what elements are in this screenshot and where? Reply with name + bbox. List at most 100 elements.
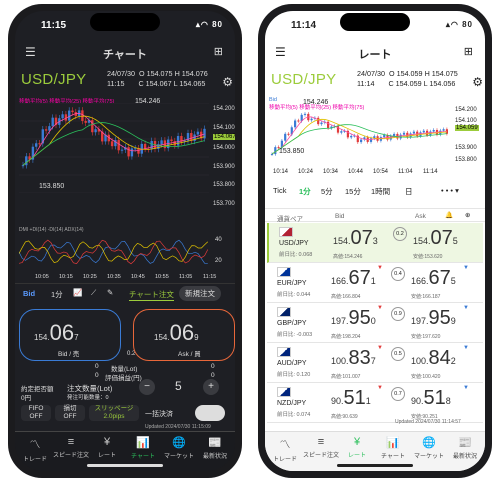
candlestick-chart[interactable] [19, 103, 229, 193]
rate-row[interactable]: USD/JPY 前日比: 0.068 154.073 高値:154.246 0.2 154… [267, 223, 483, 263]
ask-buy-button[interactable]: 154.069 Ask / 買 [133, 309, 235, 361]
down-arrow-icon: ▼ [463, 345, 469, 351]
bid-quote[interactable]: 166.671 [331, 267, 376, 290]
tab-timeframe[interactable]: 15分 [345, 186, 361, 197]
rate-row[interactable]: AUD/JPY 前日比: 0.120 100.837 高値:101.007 0.5 ▼ 10… [267, 343, 483, 383]
bulk-settle-switch[interactable] [195, 405, 225, 421]
tab-timeframe[interactable]: 1分 [299, 186, 311, 197]
candle-body [432, 129, 435, 132]
bid-quote[interactable]: 90.511 [331, 387, 371, 410]
timeframe-selector[interactable]: 1分 [51, 289, 63, 300]
qty-plus-button[interactable]: + [203, 379, 219, 395]
status-time: 11:14 [291, 20, 317, 31]
ask-price-big: 06 [169, 320, 195, 345]
bell-icon[interactable]: 🔔 [445, 211, 453, 219]
chart-icon: 📊 [386, 437, 400, 449]
ask-quote[interactable]: 154.075 [413, 227, 458, 250]
nav-item[interactable]: 〽トレード [267, 436, 303, 463]
rate-icon: ¥ [103, 436, 111, 448]
ohlc-low: L 154.065 [173, 79, 206, 88]
nav-item[interactable]: 📰 最新状況 [197, 436, 233, 460]
nav-item[interactable]: 📰 最新状況 [447, 436, 483, 460]
rate-row[interactable]: EUR/JPY 前日比: 0.044 166.671 高値:166.804 0.4 ▼ 16… [267, 263, 483, 303]
candle-body [170, 139, 173, 142]
price-tick: 154.100 [213, 125, 235, 131]
nav-item[interactable]: ≡ スピード注文 [53, 436, 89, 459]
bid-small: 1 [370, 276, 376, 286]
bulk-settle-label: 一括決済 [145, 411, 173, 418]
pair-header: USD/JPY 24/07/30 O 154.075 H 154.076 11:… [21, 69, 233, 99]
candle-body [360, 139, 363, 143]
ask-prefix: 154. [413, 236, 431, 246]
spread-badge: 0.2 [393, 227, 407, 241]
candle-body [284, 133, 287, 141]
candle-body [294, 120, 297, 128]
candle-body [412, 131, 415, 134]
pair-name[interactable]: USD/JPY [271, 71, 336, 88]
candle-body [130, 148, 134, 157]
candle-body [287, 133, 290, 135]
bid-label: Bid / 売 [58, 351, 80, 358]
candle-body [320, 122, 323, 125]
slippage-toggle[interactable]: スリッページ 2.0pips [89, 405, 139, 421]
bid-small: 7 [370, 356, 376, 366]
bid-sell-button[interactable]: 154.067 Bid / 売 [19, 309, 121, 361]
tab-timeframe[interactable]: 1時間 [371, 186, 390, 197]
rate-row[interactable]: GBP/JPY 前日比: -0.003 197.950 高値:198.204 0.9 ▼ 1… [267, 303, 483, 343]
qty-left: 0 [95, 363, 99, 370]
stop-toggle[interactable]: 損切 OFF [55, 405, 85, 421]
gear-icon[interactable]: ⚙ [222, 75, 233, 89]
layout-grid-icon[interactable]: ⊞ [464, 45, 473, 58]
nav-item[interactable]: ¥ レート [339, 436, 375, 459]
rate-row[interactable]: NZD/JPY 前日比: 0.074 90.511 高値:90.639 0.7 ▼ 90.5… [267, 383, 483, 423]
bid-high: 高値:154.246 [333, 254, 363, 260]
bid-quote[interactable]: 100.837 [331, 347, 376, 370]
nav-item[interactable]: ≡ スピード注文 [303, 436, 339, 459]
bid-high: 高値:198.204 [331, 334, 361, 340]
gear-icon[interactable]: ⚙ [472, 75, 483, 89]
time-tick: 10:25 [83, 274, 97, 280]
bid-quote[interactable]: 154.073 [333, 227, 378, 250]
pair-name[interactable]: USD/JPY [21, 71, 86, 88]
chart-icon: 📊 [136, 437, 150, 449]
time-tick: 10:55 [155, 274, 169, 280]
ask-quote[interactable]: 166.675 [411, 267, 456, 290]
add-icon[interactable]: ⊕ [465, 211, 470, 219]
status-icons: ▴◠ 80 [195, 20, 223, 29]
qty-minus-button[interactable]: − [139, 379, 155, 395]
tab-timeframe[interactable]: • • • ▾ [441, 186, 459, 195]
nav-item[interactable]: 📊 チャート [125, 436, 161, 460]
tab-timeframe[interactable]: 5分 [321, 186, 333, 197]
tab-timeframe[interactable]: 日 [405, 186, 413, 197]
ask-quote[interactable]: 197.959 [411, 307, 456, 330]
ask-quote[interactable]: 90.518 [411, 387, 451, 410]
price-tick: 154.000 [213, 145, 235, 151]
bid-selector[interactable]: Bid [23, 289, 35, 298]
candle-body [317, 117, 320, 125]
price-tick: 153.900 [213, 164, 235, 170]
candle-body [196, 131, 200, 135]
qty-input[interactable]: 5 [175, 379, 182, 393]
candle-body [350, 135, 353, 138]
ohlc-close: C 154.067 [138, 79, 172, 88]
nav-item[interactable]: 📊 チャート [375, 436, 411, 460]
tab-timeframe[interactable]: Tick [273, 186, 286, 195]
fifo-value: OFF [29, 413, 43, 420]
ask-quote[interactable]: 100.842 [411, 347, 456, 370]
layout-grid-icon[interactable]: ⊞ [214, 45, 223, 58]
nav-item[interactable]: ¥ レート [89, 436, 125, 459]
draw-icon[interactable]: ⟋ [91, 288, 96, 298]
updated-timestamp: Updated 2024/07/30 11:15:09 [145, 424, 211, 430]
nav-item[interactable]: 〽トレード [17, 436, 53, 463]
nav-item[interactable]: 🌐 マーケット [161, 436, 197, 460]
ask-low: 安値:153.620 [413, 254, 443, 260]
pen-icon[interactable]: ✎ [107, 288, 113, 297]
dmi-chart [19, 239, 209, 265]
indicator-icon[interactable]: 📈 [73, 288, 82, 297]
fifo-toggle[interactable]: FIFO OFF [21, 405, 51, 421]
bid-small: 1 [365, 396, 371, 406]
chart-order-button[interactable]: チャート注文 [129, 289, 174, 301]
nav-item[interactable]: 🌐 マーケット [411, 436, 447, 460]
bid-quote[interactable]: 197.950 [331, 307, 376, 330]
new-order-button[interactable]: 新規注文 [179, 286, 221, 301]
